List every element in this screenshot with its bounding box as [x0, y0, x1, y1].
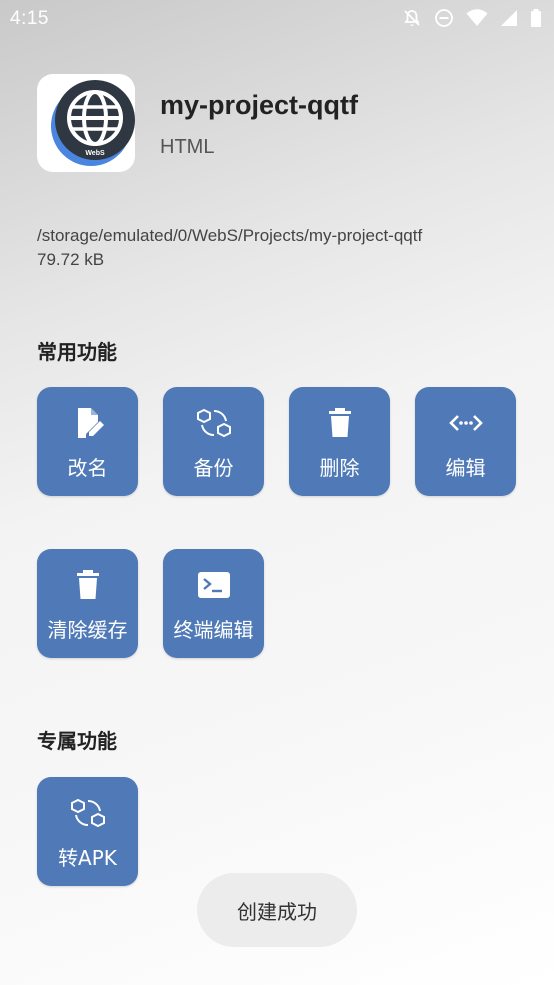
- backup-icon: [196, 408, 231, 438]
- logo-text: WebS: [85, 150, 105, 157]
- backup-button[interactable]: 备份: [163, 387, 264, 496]
- globe-logo-icon: WebS: [51, 80, 135, 166]
- project-path: /storage/emulated/0/WebS/Projects/my-pro…: [37, 226, 423, 245]
- notifications-off-icon: [404, 10, 420, 26]
- wifi-icon: [466, 9, 488, 26]
- delete-label: 删除: [319, 456, 360, 480]
- do-not-disturb-icon: [435, 9, 453, 27]
- battery-icon: [531, 9, 541, 27]
- rename-label: 改名: [67, 456, 108, 480]
- terminal-icon: [197, 572, 230, 598]
- to-apk-label: 转APK: [58, 846, 117, 870]
- rename-button[interactable]: 改名: [37, 387, 138, 496]
- status-bar: 4:15: [0, 0, 554, 38]
- status-time: 4:15: [10, 8, 49, 29]
- edit-button[interactable]: 编辑: [415, 387, 516, 496]
- trash-icon: [328, 408, 351, 437]
- section-title-common: 常用功能: [37, 340, 117, 364]
- edit-file-icon: [77, 408, 104, 438]
- project-type: HTML: [160, 136, 215, 158]
- signal-icon: [501, 10, 517, 26]
- convert-icon: [70, 798, 105, 828]
- section-title-exclusive: 专属功能: [37, 729, 117, 753]
- status-icons: [402, 8, 542, 28]
- edit-label: 编辑: [445, 456, 486, 480]
- delete-button[interactable]: 删除: [289, 387, 390, 496]
- backup-label: 备份: [193, 456, 234, 480]
- clear-cache-label: 清除缓存: [47, 618, 128, 642]
- trash-icon: [76, 570, 99, 599]
- project-name: my-project-qqtf: [160, 90, 358, 120]
- project-icon: WebS: [37, 74, 135, 172]
- clear-cache-button[interactable]: 清除缓存: [37, 549, 138, 658]
- terminal-edit-label: 终端编辑: [173, 618, 254, 642]
- to-apk-button[interactable]: 转APK: [37, 777, 138, 886]
- code-icon: [448, 415, 483, 431]
- terminal-edit-button[interactable]: 终端编辑: [163, 549, 264, 658]
- toast-message: 创建成功: [197, 873, 357, 947]
- project-size: 79.72 kB: [37, 250, 105, 269]
